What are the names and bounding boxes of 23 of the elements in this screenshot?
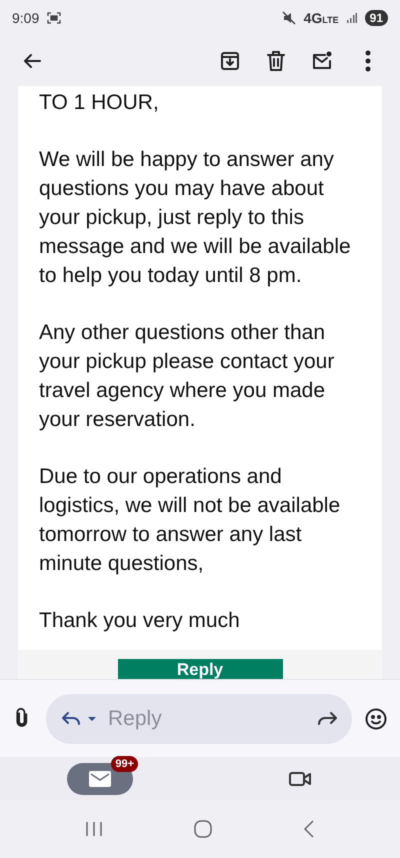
reply-button[interactable]: Reply	[118, 659, 282, 679]
message-paragraph: Thank you very much	[39, 608, 241, 634]
message-paragraph: Any other questions other than your pickup please contact your travel agency where you made your reservation.	[39, 320, 336, 433]
video-icon	[288, 770, 312, 788]
more-icon	[365, 50, 371, 72]
network-label: 4GLTE	[304, 10, 339, 26]
screenshot-icon	[47, 12, 62, 24]
recents-icon[interactable]	[85, 821, 104, 837]
message-paragraph: TO 1 HOUR,	[39, 90, 160, 116]
unread-badge: 99+	[111, 756, 138, 772]
mute-icon	[282, 11, 296, 25]
reply-field[interactable]: Reply	[46, 694, 352, 744]
message-paragraph: Due to our operations and logistics, we will not be available tomorrow to answer any last minute questions,	[39, 464, 342, 577]
reply-input[interactable]: Reply	[106, 706, 310, 732]
archive-icon	[218, 49, 242, 73]
back-nav-icon[interactable]	[302, 820, 315, 838]
signal-icon	[346, 13, 357, 23]
home-icon[interactable]	[194, 820, 212, 838]
clock: 9:09	[12, 10, 40, 26]
trash-icon	[264, 49, 288, 73]
mail-icon	[89, 770, 111, 786]
message-paragraph: We will be happy to answer any questions you may have about your pickup, just reply to this message and we will be available to help you today until 8 pm.	[39, 147, 352, 289]
battery-level: 91	[364, 10, 388, 26]
